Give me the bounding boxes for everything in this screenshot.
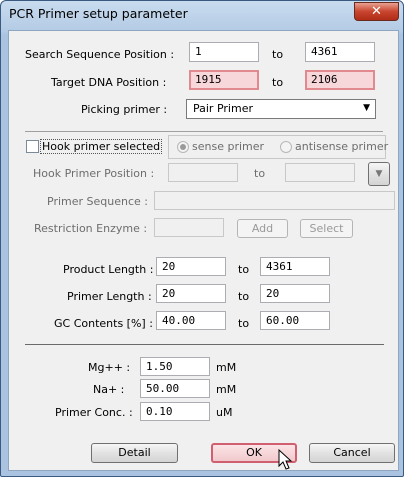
window-title: PCR Primer setup parameter [9,6,188,21]
na-input[interactable]: 50.00 [140,379,210,398]
primer-conc-unit: uM [216,406,233,419]
gc-contents-to-label: to [238,317,250,330]
arrow-down-icon: ▼ [375,169,383,179]
hook-down-button[interactable]: ▼ [368,162,390,186]
primer-length-to-input[interactable]: 20 [260,284,330,303]
mg-input[interactable]: 1.50 [140,357,210,376]
dialog-window: PCR Primer setup parameter ✕ Search Sequ… [0,0,404,477]
picking-primer-value: Pair Primer [193,102,253,115]
product-length-to-input[interactable]: 4361 [260,257,330,276]
primer-length-from-input[interactable]: 20 [156,284,226,303]
restriction-enzyme-input[interactable] [154,218,224,237]
search-position-to-input[interactable]: 4361 [305,42,375,62]
hook-primer-checkbox[interactable] [26,140,39,153]
picking-primer-select[interactable]: Pair Primer ▼ [186,99,376,119]
hook-position-to-label: to [254,167,266,180]
divider [25,344,384,345]
hook-position-from-input[interactable] [168,163,238,182]
primer-conc-label: Primer Conc. : [55,406,133,419]
target-position-to-input[interactable]: 2106 [305,70,375,90]
primer-length-label: Primer Length : [67,290,152,303]
search-position-from-input[interactable]: 1 [189,42,259,62]
sense-primer-radio[interactable] [177,141,189,153]
hook-primer-label[interactable]: Hook primer selected [39,139,163,154]
primer-sequence-label: Primer Sequence : [47,195,148,208]
chevron-down-icon: ▼ [363,103,370,113]
search-position-label: Search Sequence Position : [25,48,175,61]
close-button[interactable]: ✕ [354,2,399,21]
primer-length-to-label: to [238,290,250,303]
picking-primer-label: Picking primer : [81,103,168,116]
antisense-primer-label: antisense primer [295,140,389,153]
mouse-cursor-icon [278,449,293,470]
product-length-from-input[interactable]: 20 [156,257,226,276]
sense-primer-label: sense primer [192,140,265,153]
product-length-label: Product Length : [63,263,154,276]
restriction-enzyme-label: Restriction Enzyme : [34,222,148,235]
target-position-from-input[interactable]: 1915 [189,70,259,90]
target-position-to-label: to [272,76,284,89]
na-unit: mM [216,383,237,396]
gc-contents-from-input[interactable]: 40.00 [156,311,226,330]
na-label: Na+ : [93,383,125,396]
divider [25,131,383,132]
product-length-to-label: to [238,263,250,276]
hook-position-to-input[interactable] [285,163,355,182]
antisense-primer-radio[interactable] [280,141,292,153]
gc-contents-to-input[interactable]: 60.00 [260,311,330,330]
search-position-to-label: to [272,48,284,61]
mg-unit: mM [216,361,237,374]
mg-label: Mg++ : [88,361,131,374]
dialog-body: Search Sequence Position : 1 to 4361 Tar… [8,30,399,471]
detail-button[interactable]: Detail [91,443,178,463]
primer-conc-input[interactable]: 0.10 [140,402,210,421]
add-enzyme-button[interactable]: Add [237,219,288,238]
primer-sequence-input[interactable] [154,191,395,210]
select-enzyme-button[interactable]: Select [300,219,353,238]
hook-position-label: Hook Primer Position : [33,167,155,180]
close-icon: ✕ [371,4,382,19]
target-position-label: Target DNA Position : [51,76,167,89]
cancel-button[interactable]: Cancel [309,443,395,463]
gc-contents-label: GC Contents [%] : [54,317,153,330]
